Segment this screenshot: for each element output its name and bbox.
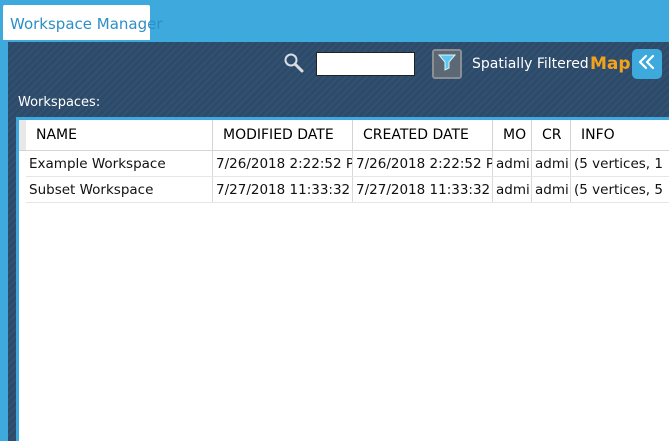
filter-icon (437, 52, 457, 76)
cell-name: Example Workspace (26, 151, 213, 176)
cell-created-by: admi (532, 177, 571, 202)
cell-modified-by: admi (493, 151, 532, 176)
collapse-button[interactable] (632, 49, 662, 79)
double-chevron-left-icon (637, 52, 657, 76)
cell-created-date: 7/27/2018 11:33:32 AM (353, 177, 493, 202)
tab-workspace-manager[interactable]: Workspace Manager (3, 5, 163, 40)
cell-modified-date: 7/26/2018 2:22:52 PM (213, 151, 353, 176)
workspaces-label: Workspaces: (18, 95, 101, 110)
cell-info: (5 vertices, 5 (574, 182, 663, 198)
tab-bar: Workspace Manager (0, 0, 669, 41)
cell-modified-by: admi (493, 177, 532, 202)
search-icon[interactable] (283, 52, 305, 74)
map-link[interactable]: Map (590, 54, 631, 74)
column-header-created-by[interactable]: CR (532, 120, 571, 150)
column-header-name[interactable]: NAME (26, 120, 213, 150)
cell-info: (5 vertices, 1 (574, 156, 663, 172)
workspaces-table: NAME MODIFIED DATE CREATED DATE MO CR IN… (16, 117, 669, 441)
cell-created-date: 7/26/2018 2:22:52 PM (353, 151, 493, 176)
cell-created-by: admi (532, 151, 571, 176)
column-header-info[interactable]: INFO (571, 120, 669, 150)
workspace-panel: Spatially Filtered Map Workspaces: NAME … (8, 42, 669, 441)
table-row[interactable]: Example Workspace 7/26/2018 2:22:52 PM 7… (26, 151, 669, 177)
table-row[interactable]: Subset Workspace 7/27/2018 11:33:32 AM 7… (26, 177, 669, 203)
spatial-filter-button[interactable] (432, 49, 462, 79)
column-header-created-date[interactable]: CREATED DATE (353, 120, 493, 150)
cell-modified-date: 7/27/2018 11:33:32 AM (213, 177, 353, 202)
table-header: NAME MODIFIED DATE CREATED DATE MO CR IN… (19, 120, 669, 151)
search-input[interactable] (316, 52, 415, 76)
spatially-filtered-label: Spatially Filtered (472, 56, 589, 72)
header-row-handle (19, 120, 26, 150)
column-header-modified-date[interactable]: MODIFIED DATE (213, 120, 353, 150)
column-header-modified-by[interactable]: MO (493, 120, 532, 150)
cell-name: Subset Workspace (26, 177, 213, 202)
